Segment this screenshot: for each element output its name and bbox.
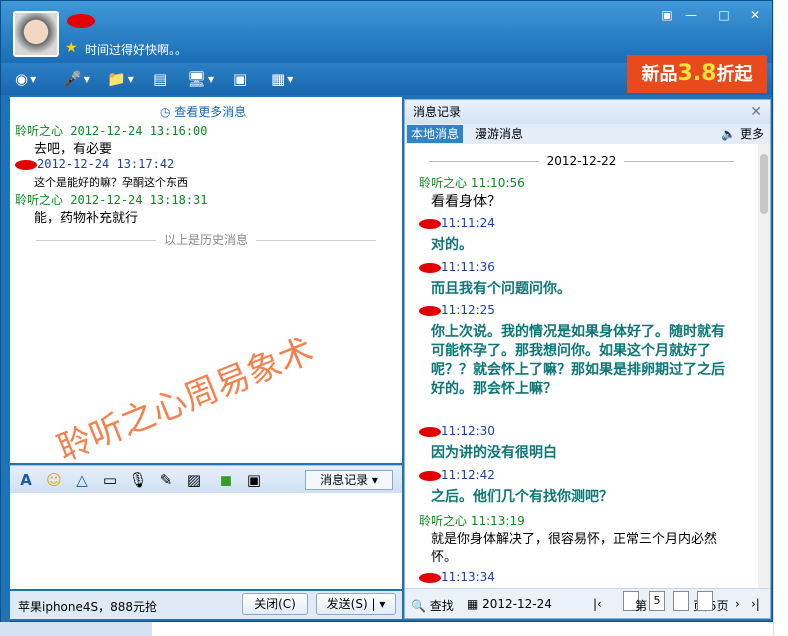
gift-icon[interactable]: ◼ [216,470,236,490]
message-body: 这个是能好的嘛？孕酮这个东西 [34,176,188,189]
maximize-button[interactable]: □ [714,7,734,24]
message-record-panel: 消息记录 ✕ 本地消息 漫游消息 🔈 更多 2012-12-22 聆听之心 11… [404,99,771,619]
message-header: 2012-12-24 13:17:42 [15,157,174,171]
message-input[interactable] [10,493,402,589]
next-page-box[interactable] [697,591,713,611]
screen-capture-icon[interactable]: ▣ [244,470,264,490]
apps-icon[interactable]: ▦ ▼ [271,68,293,90]
remote-desktop-icon[interactable]: 🖥 ▼ [187,68,214,90]
record-list[interactable]: 2012-12-22 聆听之心 11:10:56 看看身体？ 11:11:24 … [405,144,758,588]
page-label: 第 [635,599,648,613]
shake-icon[interactable]: △ [72,470,92,490]
record-message: 因为讲的没有很明白 [431,445,557,461]
signature: 时间过得好快啊。。 [85,43,188,57]
screen-share-icon[interactable]: ▣ [233,68,247,90]
first-page-button[interactable]: |‹ [593,597,602,611]
record-header: 11:12:30 [419,424,495,438]
image-icon[interactable]: ▨ [184,470,204,490]
record-header: 聆听之心 11:10:56 [419,176,525,190]
avatar[interactable] [13,11,59,57]
title-bar: ★ 时间过得好快啊。。 ▣ — □ ✕ [1,1,772,63]
left-border [1,95,10,623]
record-title: 消息记录 [405,100,770,124]
tab-local[interactable]: 本地消息 [407,125,464,143]
skin-button[interactable]: ▣ [657,7,677,24]
message-header: 聆听之心 2012-12-24 13:18:31 [15,193,208,207]
scrollbar-thumb[interactable] [760,154,768,214]
redacted-name [67,14,95,28]
history-divider: 以上是历史消息 [10,231,402,248]
screenshot-icon[interactable]: ▭ [100,470,120,490]
message-body: 去吧，有必要 [34,142,113,157]
record-more[interactable]: 🔈 更多 [721,125,764,142]
message-body: 能，药物补充就行 [34,211,139,226]
promo-link[interactable]: 苹果iphone4S，888元抢 [18,598,157,615]
record-message: 之后。他们几个有找你测吧？ [431,489,613,505]
record-header: 聆听之心 11:13:19 [419,514,525,528]
send-button[interactable]: 发送(S) | ▾ [316,593,396,615]
folder-transfer-icon[interactable]: 📁 ▼ [107,68,134,90]
font-icon[interactable]: A [16,470,36,490]
redacted-name [15,159,37,170]
record-message: 对的。 [431,237,473,253]
redacted-name [419,572,441,583]
redacted-name [419,426,441,437]
date-picker[interactable]: ▦ 2012-12-24 [467,597,552,611]
page-box [673,591,689,611]
sms-icon[interactable]: ▤ [153,68,167,90]
redacted-name [419,262,441,273]
bottom-bar: 苹果iphone4S，888元抢 关闭(C) 发送(S) | ▾ [10,591,402,619]
page-input[interactable]: 5 [649,591,665,611]
record-header: 11:12:25 [419,303,495,317]
tab-roaming[interactable]: 漫游消息 [471,125,527,143]
close-icon[interactable]: ✕ [750,104,762,120]
record-scrollbar[interactable] [758,144,770,588]
close-window-button[interactable]: ✕ [745,7,765,24]
minimize-button[interactable]: — [681,7,701,24]
background-strip [0,622,152,636]
record-message: 看看身体？ [431,194,501,210]
camera-icon[interactable]: ◉ ▼ [15,68,36,90]
note-icon[interactable]: ✎ [156,470,176,490]
ad-banner[interactable]: 新品3.8折起 [627,55,767,93]
microphone-icon[interactable]: 🎤 ▼ [63,68,90,90]
last-page-button[interactable]: ›| [751,597,760,611]
more-messages-link[interactable]: ◷ 查看更多消息 [160,103,246,120]
background-strip-right [773,0,788,636]
record-tabs: 本地消息 漫游消息 🔈 更多 [405,124,770,144]
emoji-icon[interactable]: ☺ [44,470,64,490]
record-message: 而且我有个问题问你。 [431,281,571,297]
record-header: 11:12:42 [419,468,495,482]
search-button[interactable]: 🔍 查找 [411,597,454,614]
record-message: 你上次说。我的情况是如果身体好了。随时就有可能怀孕了。那我想问你。如果这个月就好… [431,324,725,397]
redacted-name [419,305,441,316]
close-button[interactable]: 关闭(C) [242,593,308,615]
message-header: 聆听之心 2012-12-24 13:16:00 [15,124,208,138]
record-header: 11:11:36 [419,260,495,274]
voice-message-icon[interactable]: 🎙 [128,470,148,490]
record-message: 就是你身体解决了，很容易怀，正常三个月内必然怀。 [431,532,718,565]
record-footer: 🔍 查找 ▦ 2012-12-24 |‹ 第 5 页/5页 › ›| [405,588,770,618]
redacted-name [419,218,441,229]
chat-window: ★ 时间过得好快啊。。 ▣ — □ ✕ ◉ ▼ 🎤 ▼ 📁 ▼ ▤ 🖥 ▼ ▣ ▦ ▼ ◷… [0,0,773,623]
star-icon: ★ [65,40,78,56]
next-page-button[interactable]: › [735,597,740,611]
redacted-name [419,470,441,481]
record-header: 11:11:24 [419,216,495,230]
date-separator: 2012-12-22 [405,154,758,168]
record-header: 11:13:34 [419,570,495,584]
history-button[interactable]: 消息记录 ▾ [305,470,393,490]
